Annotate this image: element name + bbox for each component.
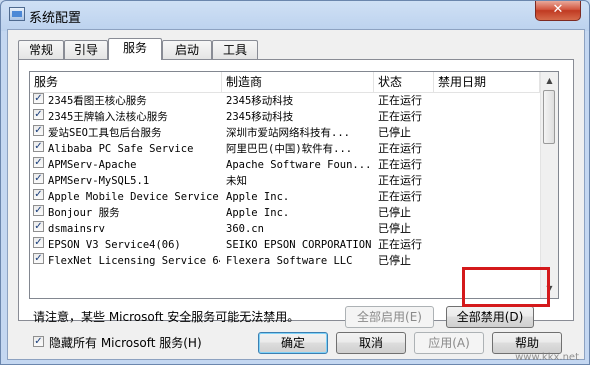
dialog-client: 常规 引导 服务 启动 工具 服务 制造商 状态 禁用日期 ✓ 2345看图王核心… bbox=[7, 29, 585, 360]
enable-all-button[interactable]: 全部启用(E) bbox=[345, 306, 434, 328]
service-checkbox[interactable]: ✓ bbox=[33, 125, 44, 136]
cancel-button[interactable]: 取消 bbox=[336, 332, 406, 354]
manufacturer-cell: Apple Inc. bbox=[226, 207, 290, 219]
manufacturer-cell: 未知 bbox=[226, 175, 247, 187]
tab-tools[interactable]: 工具 bbox=[212, 40, 258, 59]
tab-boot[interactable]: 引导 bbox=[64, 40, 108, 59]
service-rows: ✓ 2345看图王核心服务 2345移动科技 正在运行 ✓ 2345王牌输入法核心服务 23… bbox=[30, 93, 540, 269]
close-button[interactable]: ✕ bbox=[535, 1, 581, 21]
manufacturer-cell: 2345移动科技 bbox=[226, 111, 294, 123]
tab-services[interactable]: 服务 bbox=[108, 38, 162, 60]
service-name-cell: EPSON V3 Service4(06) bbox=[48, 239, 181, 251]
service-checkbox[interactable]: ✓ bbox=[33, 205, 44, 216]
list-header: 服务 制造商 状态 禁用日期 bbox=[30, 72, 540, 93]
column-header-service[interactable]: 服务 bbox=[30, 72, 222, 92]
service-name-cell: dsmainsrv bbox=[48, 223, 105, 235]
service-name-cell: Alibaba PC Safe Service bbox=[48, 143, 194, 155]
service-checkbox[interactable]: ✓ bbox=[33, 253, 44, 264]
table-row[interactable]: ✓ 2345看图王核心服务 2345移动科技 正在运行 bbox=[30, 93, 540, 109]
scroll-up-icon[interactable]: ▲ bbox=[542, 73, 557, 89]
table-row[interactable]: ✓ dsmainsrv 360.cn 已停止 bbox=[30, 221, 540, 237]
service-name-cell: APMServ-MySQL5.1 bbox=[48, 175, 150, 187]
service-name-cell: Apple Mobile Device Service bbox=[48, 191, 219, 203]
status-cell: 正在运行 bbox=[378, 174, 422, 187]
msconfig-icon bbox=[9, 7, 25, 21]
status-cell: 正在运行 bbox=[378, 94, 422, 107]
manufacturer-cell: 2345移动科技 bbox=[226, 95, 294, 107]
status-cell: 正在运行 bbox=[378, 190, 422, 203]
service-name-cell: APMServ-Apache bbox=[48, 159, 137, 171]
title-bar[interactable]: 系统配置 ✕ bbox=[1, 1, 589, 29]
apply-button[interactable]: 应用(A) bbox=[414, 332, 484, 354]
table-row[interactable]: ✓ Alibaba PC Safe Service 阿里巴巴(中国)软件有... 正在… bbox=[30, 141, 540, 157]
manufacturer-cell: Flexera Software LLC bbox=[226, 255, 353, 267]
scroll-thumb[interactable] bbox=[543, 90, 555, 144]
manufacturer-cell: 深圳市爱站网络科技有... bbox=[226, 127, 350, 139]
ok-button[interactable]: 确定 bbox=[258, 332, 328, 354]
system-config-window: 系统配置 ✕ 常规 引导 服务 启动 工具 服务 制造商 状态 禁用日期 ✓ 23… bbox=[0, 0, 590, 365]
hide-ms-checkbox[interactable]: ✓ bbox=[33, 336, 44, 347]
status-cell: 已停止 bbox=[378, 222, 411, 235]
manufacturer-cell: Apache Software Foun... bbox=[226, 159, 372, 171]
table-row[interactable]: ✓ Apple Mobile Device Service Apple Inc. 正在… bbox=[30, 189, 540, 205]
column-header-manufacturer[interactable]: 制造商 bbox=[222, 72, 374, 92]
service-checkbox[interactable]: ✓ bbox=[33, 93, 44, 104]
service-checkbox[interactable]: ✓ bbox=[33, 109, 44, 120]
tab-general[interactable]: 常规 bbox=[18, 40, 64, 59]
service-name-cell: Bonjour 服务 bbox=[48, 207, 120, 219]
hide-ms-label: 隐藏所有 Microsoft 服务(H) bbox=[49, 336, 202, 350]
table-row[interactable]: ✓ APMServ-Apache Apache Software Foun... 正在… bbox=[30, 157, 540, 173]
column-header-status[interactable]: 状态 bbox=[374, 72, 434, 92]
table-row[interactable]: ✓ EPSON V3 Service4(06) SEIKO EPSON CORPOR… bbox=[30, 237, 540, 253]
table-row[interactable]: ✓ APMServ-MySQL5.1 未知 正在运行 bbox=[30, 173, 540, 189]
service-checkbox[interactable]: ✓ bbox=[33, 173, 44, 184]
service-checkbox[interactable]: ✓ bbox=[33, 189, 44, 200]
service-name-cell: 爱站SEO工具包后台服务 bbox=[48, 127, 162, 139]
manufacturer-cell: 阿里巴巴(中国)软件有... bbox=[226, 143, 353, 155]
status-cell: 正在运行 bbox=[378, 238, 422, 251]
status-cell: 已停止 bbox=[378, 126, 411, 139]
manufacturer-cell: 360.cn bbox=[226, 223, 264, 235]
help-button[interactable]: 帮助 bbox=[492, 332, 562, 354]
service-name-cell: 2345看图王核心服务 bbox=[48, 95, 147, 107]
service-checkbox[interactable]: ✓ bbox=[33, 221, 44, 232]
disable-all-button[interactable]: 全部禁用(D) bbox=[446, 306, 534, 328]
window-title: 系统配置 bbox=[29, 11, 82, 26]
status-cell: 已停止 bbox=[378, 254, 411, 267]
status-cell: 正在运行 bbox=[378, 110, 422, 123]
service-name-cell: 2345王牌输入法核心服务 bbox=[48, 111, 168, 123]
service-name-cell: FlexNet Licensing Service 64 bbox=[48, 255, 220, 267]
watermark-text: www.kkx.net bbox=[515, 352, 579, 363]
disable-all-highlight-box bbox=[462, 267, 550, 307]
tab-startup[interactable]: 启动 bbox=[162, 40, 212, 59]
service-checkbox[interactable]: ✓ bbox=[33, 237, 44, 248]
status-cell: 已停止 bbox=[378, 206, 411, 219]
service-checkbox[interactable]: ✓ bbox=[33, 157, 44, 168]
manufacturer-cell: SEIKO EPSON CORPORATION bbox=[226, 239, 372, 251]
status-cell: 正在运行 bbox=[378, 142, 422, 155]
manufacturer-cell: Apple Inc. bbox=[226, 191, 290, 203]
table-row[interactable]: ✓ 爱站SEO工具包后台服务 深圳市爱站网络科技有... 已停止 bbox=[30, 125, 540, 141]
status-cell: 正在运行 bbox=[378, 158, 422, 171]
vertical-scrollbar[interactable]: ▲ ▼ bbox=[540, 72, 558, 298]
column-header-disabled-date[interactable]: 禁用日期 bbox=[434, 72, 540, 92]
notice-text: 请注意，某些 Microsoft 安全服务可能无法禁用。 bbox=[33, 310, 300, 324]
table-row[interactable]: ✓ Bonjour 服务 Apple Inc. 已停止 bbox=[30, 205, 540, 221]
table-row[interactable]: ✓ 2345王牌输入法核心服务 2345移动科技 正在运行 bbox=[30, 109, 540, 125]
services-list[interactable]: 服务 制造商 状态 禁用日期 ✓ 2345看图王核心服务 2345移动科技 正在运行 ✓… bbox=[29, 71, 559, 299]
service-checkbox[interactable]: ✓ bbox=[33, 141, 44, 152]
